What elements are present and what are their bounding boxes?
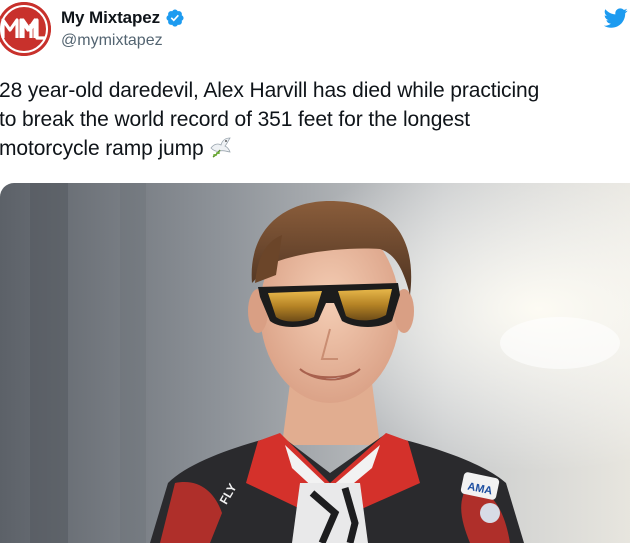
tweet-text: 28 year-old daredevil, Alex Harvill has … [0, 76, 630, 163]
handle[interactable]: @mymixtapez [61, 32, 185, 50]
dove-icon [210, 137, 231, 158]
avatar[interactable] [0, 2, 51, 56]
tweet-photo[interactable]: AMA FLY [0, 183, 630, 543]
account-names: My Mixtapez @mymixtapez [61, 7, 185, 50]
photo-image: AMA FLY [0, 183, 630, 543]
verified-badge-icon [166, 9, 184, 27]
mm-logo-icon [0, 2, 51, 56]
tweet-header: My Mixtapez @mymixtapez [0, 0, 630, 70]
twitter-bird-icon[interactable] [604, 6, 628, 30]
display-name[interactable]: My Mixtapez [61, 8, 160, 28]
tweet-body: 28 year-old daredevil, Alex Harvill has … [0, 79, 540, 160]
